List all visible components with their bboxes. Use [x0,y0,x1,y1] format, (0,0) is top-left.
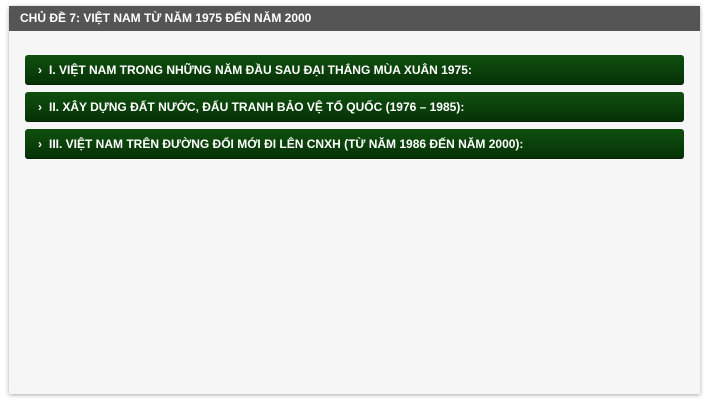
accordion-item-3[interactable]: › III. VIỆT NAM TRÊN ĐƯỜNG ĐỔI MỚI ĐI LÊ… [25,129,684,159]
accordion-item-1[interactable]: › I. VIỆT NAM TRONG NHỮNG NĂM ĐẦU SAU ĐẠ… [25,55,684,85]
chevron-right-icon: › [38,100,42,114]
chevron-right-icon: › [38,63,42,77]
accordion-item-label: I. VIỆT NAM TRONG NHỮNG NĂM ĐẦU SAU ĐẠI … [49,63,472,77]
chevron-right-icon: › [38,137,42,151]
accordion-item-label: III. VIỆT NAM TRÊN ĐƯỜNG ĐỔI MỚI ĐI LÊN … [49,137,524,151]
topic-card: CHỦ ĐỀ 7: VIỆT NAM TỪ NĂM 1975 ĐẾN NĂM 2… [9,6,700,394]
accordion-item-label: II. XÂY DỰNG ĐẤT NƯỚC, ĐẤU TRANH BẢO VỆ … [49,100,465,114]
accordion-item-2[interactable]: › II. XÂY DỰNG ĐẤT NƯỚC, ĐẤU TRANH BẢO V… [25,92,684,122]
accordion: › I. VIỆT NAM TRONG NHỮNG NĂM ĐẦU SAU ĐẠ… [9,31,700,159]
topic-title: CHỦ ĐỀ 7: VIỆT NAM TỪ NĂM 1975 ĐẾN NĂM 2… [9,6,700,31]
